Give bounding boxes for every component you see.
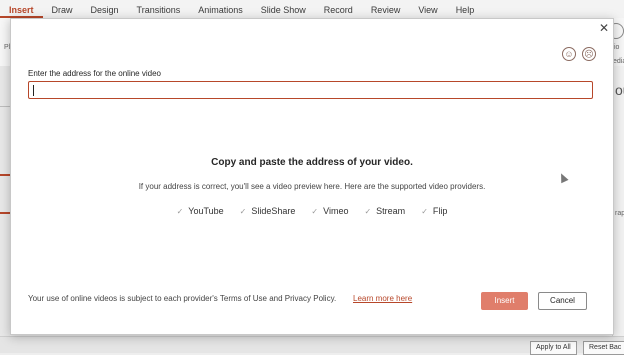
tab-view[interactable]: View xyxy=(409,5,446,18)
learn-more-link[interactable]: Learn more here xyxy=(353,294,412,303)
info-title: Copy and paste the address of your video… xyxy=(211,157,413,168)
tab-draw[interactable]: Draw xyxy=(43,5,82,18)
tab-animations[interactable]: Animations xyxy=(189,5,252,18)
tab-insert[interactable]: Insert xyxy=(0,5,43,18)
slide-selection-marker xyxy=(0,174,10,176)
cancel-button[interactable]: Cancel xyxy=(538,292,587,310)
provider-label: Stream xyxy=(376,206,406,216)
text-caret xyxy=(33,85,34,96)
format-pane-fragment: rap xyxy=(615,210,624,217)
slide-divider xyxy=(0,106,10,107)
tab-design[interactable]: Design xyxy=(82,5,128,18)
url-label: Enter the address for the online video xyxy=(28,69,161,78)
reset-background-button[interactable]: Reset Bac xyxy=(583,341,624,355)
provider-label: YouTube xyxy=(188,206,224,216)
provider-list: ✓ YouTube ✓ SlideShare ✓ Vimeo ✓ Stream … xyxy=(11,206,613,216)
close-icon[interactable]: ✕ xyxy=(597,21,611,35)
ribbon-tab-bar: Insert Draw Design Transitions Animation… xyxy=(0,0,624,18)
check-icon: ✓ xyxy=(421,206,428,216)
tab-help[interactable]: Help xyxy=(447,5,484,18)
info-subtitle: If your address is correct, you'll see a… xyxy=(138,182,486,191)
tab-transitions[interactable]: Transitions xyxy=(128,5,190,18)
provider-youtube: ✓ YouTube xyxy=(177,206,224,216)
format-pane-fragment: ou xyxy=(615,82,624,98)
provider-slideshare: ✓ SlideShare xyxy=(240,206,296,216)
check-icon: ✓ xyxy=(311,206,319,216)
slide-selection-marker xyxy=(0,212,10,214)
smile-feedback-icon[interactable]: ☺ xyxy=(562,47,576,61)
provider-flip: ✓ Flip xyxy=(421,206,447,216)
check-icon: ✓ xyxy=(176,206,184,216)
check-icon: ✓ xyxy=(364,206,372,216)
insert-button[interactable]: Insert xyxy=(481,292,528,310)
provider-vimeo: ✓ Vimeo xyxy=(311,206,348,216)
video-url-input[interactable] xyxy=(28,81,593,99)
check-icon: ✓ xyxy=(239,206,247,216)
provider-label: Vimeo xyxy=(323,206,349,216)
frown-feedback-icon[interactable]: ☹ xyxy=(582,47,596,61)
provider-label: Flip xyxy=(432,206,448,216)
slides-pane xyxy=(0,66,10,352)
provider-label: SlideShare xyxy=(251,206,296,216)
tab-review[interactable]: Review xyxy=(362,5,410,18)
apply-to-all-button[interactable]: Apply to All xyxy=(530,341,577,355)
ribbon-fragment-right-top: io xyxy=(614,44,620,51)
tab-slide-show[interactable]: Slide Show xyxy=(252,5,315,18)
online-video-dialog: ✕ ☺ ☹ Enter the address for the online v… xyxy=(10,18,614,335)
ribbon-fragment-right-mid: edia xyxy=(613,58,624,65)
tab-record[interactable]: Record xyxy=(315,5,362,18)
terms-text: Your use of online videos is subject to … xyxy=(28,294,337,303)
provider-stream: ✓ Stream xyxy=(364,206,405,216)
